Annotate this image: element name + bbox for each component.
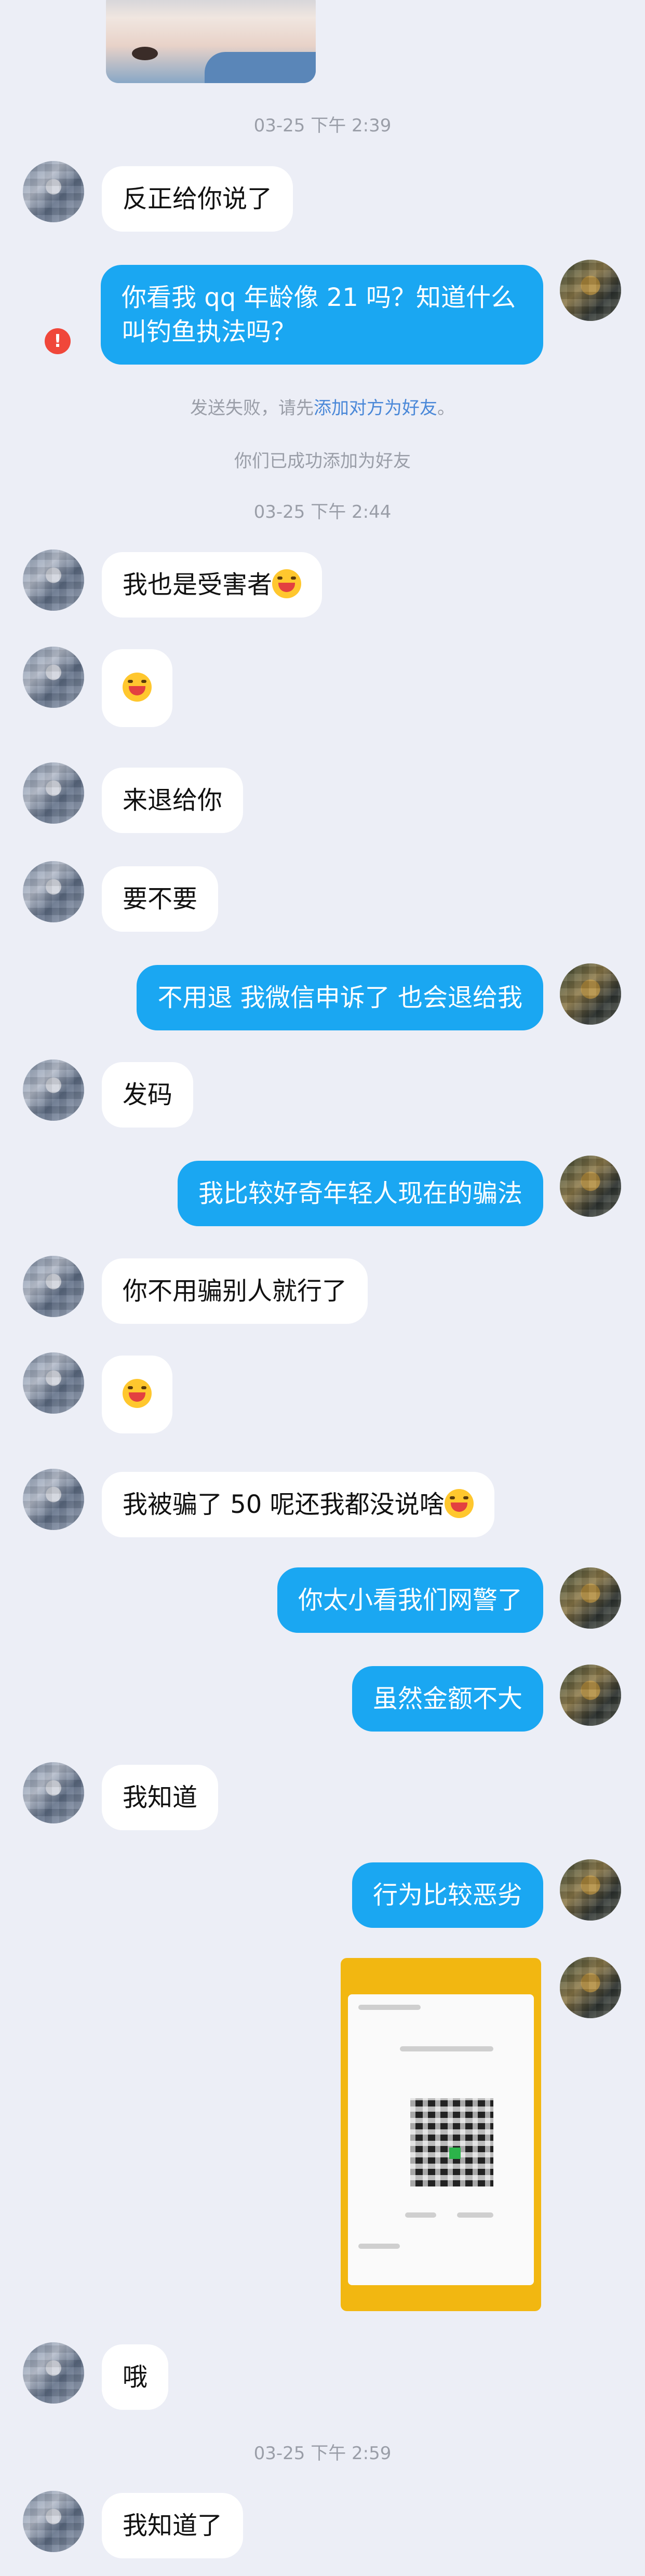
- avatar[interactable]: [23, 647, 84, 708]
- avatar[interactable]: [560, 963, 621, 1025]
- add-friend-link[interactable]: 添加对方为好友: [314, 398, 437, 419]
- avatar[interactable]: [560, 1567, 621, 1629]
- screenshot-text-line: [405, 2212, 436, 2218]
- screenshot-text-line: [358, 2005, 421, 2010]
- message-bubble[interactable]: 我被骗了 50 呢还我都没说啥: [102, 1472, 494, 1537]
- avatar[interactable]: [560, 1665, 621, 1726]
- avatar[interactable]: [23, 2491, 84, 2552]
- avatar[interactable]: [560, 1859, 621, 1921]
- avatar[interactable]: [23, 1256, 84, 1317]
- qr-code: [410, 2098, 493, 2186]
- avatar[interactable]: [23, 161, 84, 222]
- message-bubble[interactable]: 我知道了: [102, 2493, 244, 2558]
- message-bubble[interactable]: 反正给你说了: [102, 166, 293, 232]
- avatar[interactable]: [23, 1469, 84, 1530]
- shared-photo[interactable]: [106, 0, 316, 83]
- shared-screenshot[interactable]: [341, 1958, 541, 2311]
- screenshot-text-line: [358, 2244, 400, 2249]
- avatar[interactable]: [560, 260, 621, 321]
- friend-added-notice: 你们已成功添加为好友: [234, 451, 411, 472]
- message-bubble[interactable]: 你看我 qq 年龄像 21 吗？知道什么叫钓鱼执法吗？: [101, 265, 543, 365]
- laughing-crying-emoji-icon: [123, 1379, 152, 1408]
- avatar[interactable]: [23, 2342, 84, 2404]
- message-bubble[interactable]: 我知道: [102, 1765, 219, 1830]
- message-bubble[interactable]: 我也是受害者: [102, 552, 322, 618]
- laughing-crying-emoji-icon: [444, 1489, 474, 1518]
- message-bubble[interactable]: 虽然金额不大: [352, 1666, 543, 1732]
- avatar[interactable]: [23, 762, 84, 824]
- message-bubble[interactable]: 行为比较恶劣: [352, 1862, 543, 1928]
- message-bubble[interactable]: 你不用骗别人就行了: [102, 1258, 368, 1324]
- message-bubble[interactable]: [102, 649, 172, 727]
- avatar[interactable]: [560, 1957, 621, 2018]
- photo-detail: [132, 47, 158, 60]
- message-text: 我被骗了 50 呢还我都没说啥: [123, 1490, 445, 1519]
- avatar[interactable]: [23, 1762, 84, 1823]
- avatar[interactable]: [23, 1059, 84, 1121]
- laughing-crying-emoji-icon: [272, 569, 302, 598]
- notice-text: 。: [437, 398, 455, 419]
- avatar[interactable]: [23, 1352, 84, 1414]
- avatar[interactable]: [560, 1156, 621, 1217]
- timestamp: 03-25 下午 2:39: [253, 115, 392, 136]
- send-failed-notice: 发送失败，请先添加对方为好友。: [0, 394, 645, 419]
- message-bubble[interactable]: 要不要: [102, 866, 219, 932]
- message-bubble[interactable]: [102, 1356, 172, 1433]
- message-text: 我也是受害者: [123, 570, 273, 599]
- avatar[interactable]: [23, 861, 84, 922]
- avatar[interactable]: [23, 549, 84, 611]
- message-bubble[interactable]: 不用退 我微信申诉了 也会退给我: [137, 965, 543, 1030]
- message-bubble[interactable]: 你太小看我们网警了: [277, 1567, 543, 1633]
- timestamp: 03-25 下午 2:44: [253, 502, 392, 522]
- message-bubble[interactable]: 我比较好奇年轻人现在的骗法: [177, 1161, 543, 1226]
- laughing-crying-emoji-icon: [123, 673, 152, 702]
- photo-detail: [205, 52, 316, 83]
- send-failed-icon[interactable]: !: [45, 328, 71, 354]
- screenshot-text-line: [400, 2046, 493, 2051]
- timestamp: 03-25 下午 2:59: [253, 2443, 392, 2464]
- message-bubble[interactable]: 来退给你: [102, 768, 244, 833]
- screenshot-text-line: [457, 2212, 493, 2218]
- message-bubble[interactable]: 哦: [102, 2344, 169, 2410]
- message-bubble[interactable]: 发码: [102, 1062, 194, 1128]
- qr-code-logo: [449, 2148, 461, 2159]
- screenshot-card: [348, 1994, 534, 2285]
- notice-text: 发送失败，请先: [190, 398, 314, 419]
